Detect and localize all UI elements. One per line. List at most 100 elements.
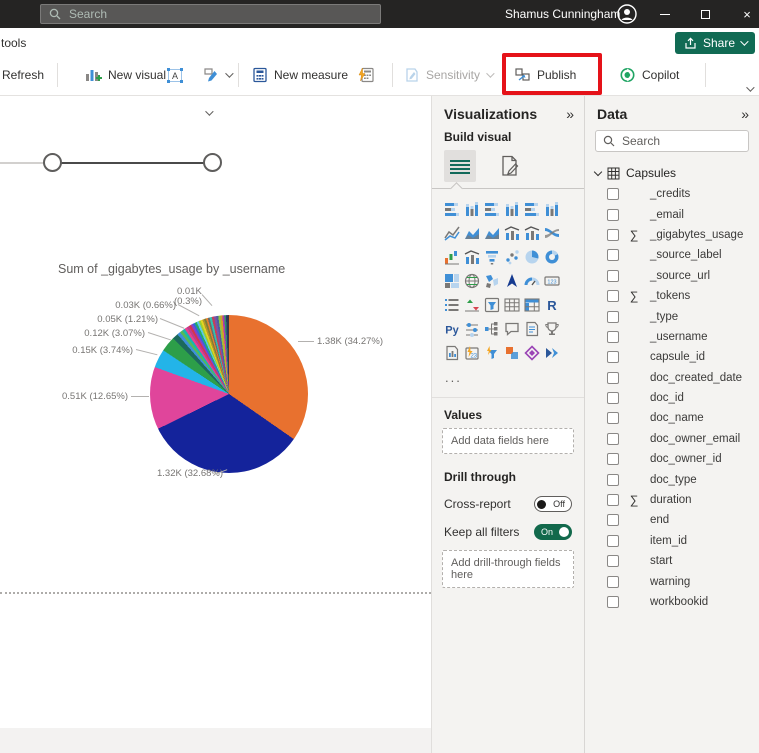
field-row-_source_label[interactable]: _source_label xyxy=(585,245,759,265)
field-checkbox[interactable] xyxy=(607,270,619,282)
custom-visual-orange-icon[interactable] xyxy=(503,344,521,362)
smart-narrative-icon[interactable] xyxy=(523,320,541,338)
stacked-area-chart-icon[interactable] xyxy=(483,224,501,242)
field-name[interactable]: item_id xyxy=(650,535,687,547)
data-search-box[interactable]: Search xyxy=(595,130,749,152)
kpi-icon[interactable] xyxy=(463,296,481,314)
field-checkbox[interactable] xyxy=(607,290,619,302)
field-checkbox[interactable] xyxy=(607,596,619,608)
field-name[interactable]: doc_type xyxy=(650,474,697,486)
ribbon-chart-icon[interactable] xyxy=(543,224,561,242)
field-checkbox[interactable] xyxy=(607,392,619,404)
slicer-handle-left[interactable] xyxy=(43,153,62,172)
field-row-capsule_id[interactable]: capsule_id xyxy=(585,347,759,367)
field-checkbox[interactable] xyxy=(607,331,619,343)
azure-map-icon[interactable] xyxy=(503,272,521,290)
field-row-doc_created_date[interactable]: doc_created_date xyxy=(585,368,759,388)
clustered-bar-chart-icon[interactable] xyxy=(483,200,501,218)
slicer-icon[interactable] xyxy=(483,296,501,314)
global-search-box[interactable]: Search xyxy=(40,4,381,24)
map-icon[interactable] xyxy=(463,272,481,290)
donut-chart-icon[interactable] xyxy=(543,248,561,266)
field-row-_source_url[interactable]: _source_url xyxy=(585,266,759,286)
power-apps-icon[interactable]: 23 xyxy=(463,344,481,362)
field-checkbox[interactable] xyxy=(607,514,619,526)
shapes-button[interactable] xyxy=(201,56,231,94)
field-name[interactable]: _source_label xyxy=(650,249,722,261)
collapse-pane-icon[interactable]: » xyxy=(566,106,574,122)
key-influencers-icon[interactable] xyxy=(463,320,481,338)
build-visual-tab[interactable] xyxy=(444,150,476,182)
line-chart-icon[interactable] xyxy=(443,224,461,242)
new-visual-button[interactable]: New visual xyxy=(84,56,166,94)
text-box-button[interactable]: A xyxy=(166,56,184,94)
field-checkbox[interactable] xyxy=(607,474,619,486)
field-row-start[interactable]: start xyxy=(585,551,759,571)
field-row-_email[interactable]: _email xyxy=(585,204,759,224)
field-checkbox[interactable] xyxy=(607,311,619,323)
field-name[interactable]: doc_owner_id xyxy=(650,453,722,465)
close-button[interactable]: × xyxy=(730,0,759,28)
field-checkbox[interactable] xyxy=(607,494,619,506)
area-chart-icon[interactable] xyxy=(463,224,481,242)
field-name[interactable]: doc_created_date xyxy=(650,372,742,384)
field-checkbox[interactable] xyxy=(607,229,619,241)
field-checkbox[interactable] xyxy=(607,433,619,445)
hundred-stacked-bar-chart-icon[interactable] xyxy=(523,200,541,218)
table-icon[interactable] xyxy=(503,296,521,314)
line-stacked-column-chart-icon[interactable] xyxy=(503,224,521,242)
field-row-_credits[interactable]: _credits xyxy=(585,184,759,204)
field-name[interactable]: warning xyxy=(650,576,690,588)
stacked-column-chart-icon[interactable] xyxy=(463,200,481,218)
scatter-chart-icon[interactable] xyxy=(503,248,521,266)
field-checkbox[interactable] xyxy=(607,209,619,221)
field-row-_type[interactable]: _type xyxy=(585,306,759,326)
get-more-visuals-button[interactable]: ... xyxy=(432,368,584,385)
ribbon-tab-tools[interactable]: tools xyxy=(1,36,26,50)
matrix-icon[interactable] xyxy=(523,296,541,314)
decomposition-tree-icon[interactable] xyxy=(483,320,501,338)
field-checkbox[interactable] xyxy=(607,555,619,567)
table-node-capsules[interactable]: Capsules xyxy=(585,160,759,184)
field-checkbox[interactable] xyxy=(607,576,619,588)
python-visual-icon[interactable]: Py xyxy=(443,320,461,338)
field-checkbox[interactable] xyxy=(607,372,619,384)
field-row-end[interactable]: end xyxy=(585,510,759,530)
field-name[interactable]: _credits xyxy=(650,188,690,200)
collapse-pane-icon[interactable]: » xyxy=(741,106,749,122)
field-row-workbookid[interactable]: workbookid xyxy=(585,592,759,612)
pie-chart-icon[interactable] xyxy=(523,248,541,266)
field-name[interactable]: doc_owner_email xyxy=(650,433,740,445)
power-automate-icon[interactable] xyxy=(483,344,501,362)
stacked-bar-chart-icon[interactable] xyxy=(443,200,461,218)
waterfall-chart-icon[interactable] xyxy=(443,248,461,266)
cross-report-toggle[interactable]: Off xyxy=(534,496,572,512)
format-visual-tab[interactable] xyxy=(494,150,526,182)
slicer-handle-right[interactable] xyxy=(203,153,222,172)
custom-visual-arrow-icon[interactable] xyxy=(543,344,561,362)
filled-map-icon[interactable] xyxy=(483,272,501,290)
clustered-column-chart-icon[interactable] xyxy=(503,200,521,218)
custom-visual-diamond-icon[interactable] xyxy=(523,344,541,362)
field-row-duration[interactable]: ∑duration xyxy=(585,490,759,510)
field-row-doc_name[interactable]: doc_name xyxy=(585,408,759,428)
field-name[interactable]: doc_name xyxy=(650,412,704,424)
field-name[interactable]: _email xyxy=(650,209,684,221)
pie-chart[interactable] xyxy=(150,315,308,473)
field-checkbox[interactable] xyxy=(607,453,619,465)
field-row-item_id[interactable]: item_id xyxy=(585,531,759,551)
hundred-stacked-column-chart-icon[interactable] xyxy=(543,200,561,218)
field-name[interactable]: _gigabytes_usage xyxy=(650,229,743,241)
field-name[interactable]: doc_id xyxy=(650,392,684,404)
metrics-icon[interactable] xyxy=(543,320,561,338)
field-name[interactable]: end xyxy=(650,514,669,526)
slicer-dropdown-chevron-icon[interactable] xyxy=(205,107,213,115)
copilot-button[interactable]: Copilot xyxy=(619,56,679,94)
card-icon[interactable]: 123 xyxy=(543,272,561,290)
slicer-track-selected[interactable] xyxy=(52,162,214,164)
paginated-report-icon[interactable] xyxy=(443,344,461,362)
maximize-button[interactable] xyxy=(688,0,722,28)
field-name[interactable]: _tokens xyxy=(650,290,690,302)
field-checkbox[interactable] xyxy=(607,249,619,261)
new-measure-button[interactable]: New measure xyxy=(252,56,348,94)
